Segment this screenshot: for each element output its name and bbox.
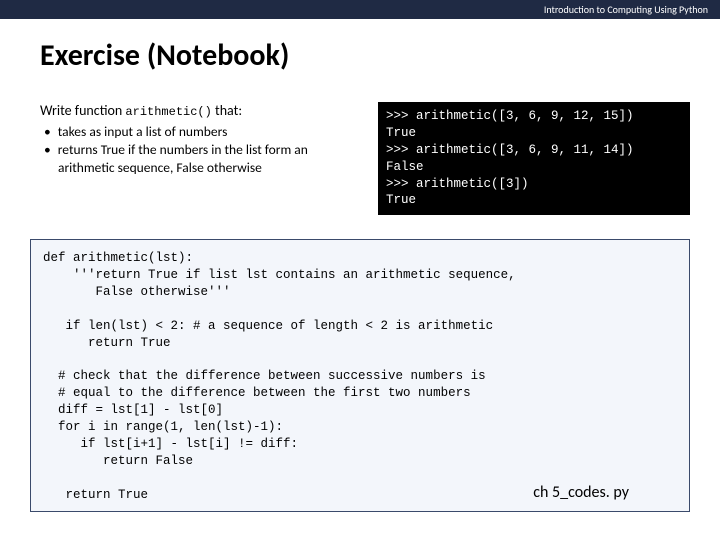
- prompt-bullets: takes as input a list of numbers returns…: [40, 123, 360, 178]
- prompt-lead: Write function: [40, 102, 125, 119]
- terminal-output: >>> arithmetic([3, 6, 9, 12, 15]) True >…: [378, 102, 690, 215]
- course-title: Introduction to Computing Using Python: [544, 3, 708, 16]
- exercise-prompt: Write function arithmetic() that: takes …: [40, 102, 360, 215]
- course-header: Introduction to Computing Using Python: [0, 0, 720, 19]
- terminal-column: >>> arithmetic([3, 6, 9, 12, 15]) True >…: [378, 102, 690, 215]
- code-text: def arithmetic(lst): '''return True if l…: [43, 251, 516, 501]
- prompt-line: Write function arithmetic() that:: [40, 102, 360, 119]
- code-block: def arithmetic(lst): '''return True if l…: [30, 239, 690, 512]
- bullet-item: takes as input a list of numbers: [58, 123, 360, 141]
- filename-label: ch 5_codes. py: [533, 482, 629, 504]
- prompt-func: arithmetic(): [125, 105, 211, 119]
- content-row: Write function arithmetic() that: takes …: [0, 84, 720, 225]
- bullet-item: returns True if the numbers in the list …: [58, 141, 360, 177]
- page-title: Exercise (Notebook): [0, 19, 720, 84]
- prompt-tail: that:: [212, 102, 242, 119]
